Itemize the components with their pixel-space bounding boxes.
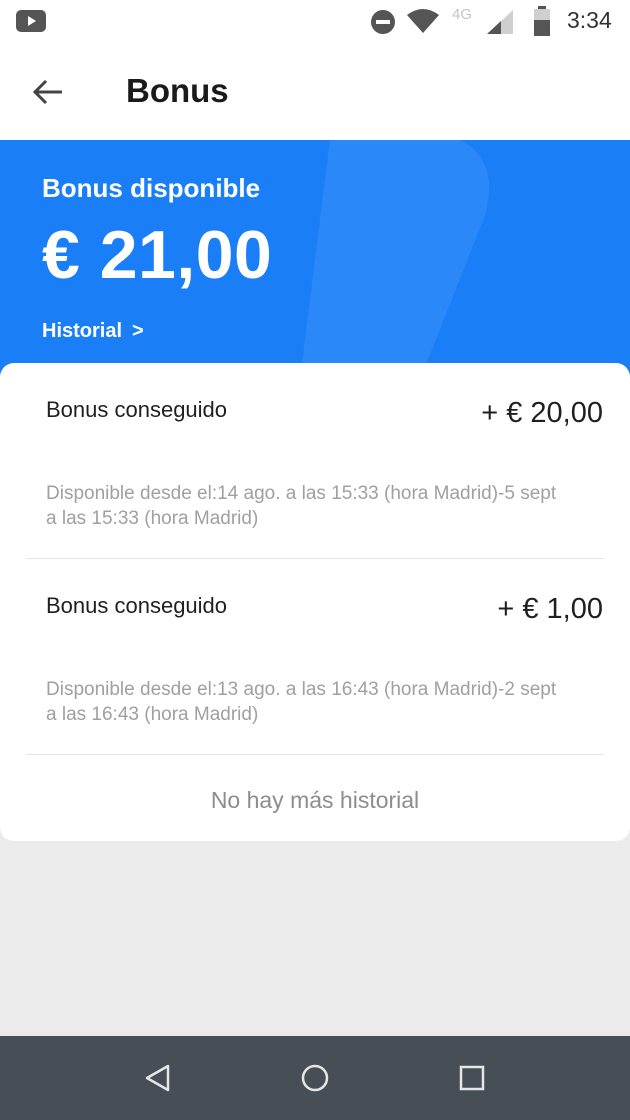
wifi-icon (407, 9, 439, 33)
bonus-balance-banner: Bonus disponible € 21,00 Historial > (0, 140, 630, 380)
entry-amount: + € 1,00 (497, 593, 603, 625)
status-time: 3:34 (567, 7, 612, 33)
entry-description-line: a las 16:43 (hora Madrid) (46, 704, 259, 725)
battery-icon (534, 6, 550, 36)
entry-amount: + € 20,00 (481, 397, 603, 429)
app-bar: Bonus (0, 44, 630, 140)
entry-description: Disponible desde el:14 ago. a las 15:33 … (46, 481, 604, 533)
list-item: Bonus conseguido + € 1,00 Disponible des… (0, 559, 630, 755)
history-link-label: Historial (42, 320, 123, 342)
bonus-available-label: Bonus disponible (42, 173, 261, 203)
system-nav-bar (0, 1036, 630, 1120)
entry-description-line: Disponible desde el:13 ago. a las 16:43 … (46, 679, 557, 700)
arrow-left-icon[interactable] (30, 74, 66, 110)
chevron-right-icon: > (132, 320, 144, 342)
entry-title: Bonus conseguido (46, 593, 228, 618)
recents-square-icon[interactable] (456, 1062, 488, 1094)
youtube-icon (16, 10, 46, 32)
no-more-history-label: No hay más historial (210, 787, 420, 813)
entry-title: Bonus conseguido (46, 397, 228, 422)
back-triangle-icon[interactable] (142, 1062, 174, 1094)
do-not-disturb-icon (371, 10, 395, 34)
status-bar: 4G 3:34 (0, 0, 630, 44)
bonus-available-amount: € 21,00 (42, 217, 273, 293)
entry-description: Disponible desde el:13 ago. a las 16:43 … (46, 677, 604, 729)
signal-icon (487, 10, 513, 34)
history-link[interactable]: Historial > (42, 320, 144, 343)
entry-description-line: Disponible desde el:14 ago. a las 15:33 … (46, 483, 557, 504)
bonus-history-card: Bonus conseguido + € 20,00 Disponible de… (0, 363, 630, 841)
list-item: Bonus conseguido + € 20,00 Disponible de… (0, 363, 630, 559)
divider (26, 754, 604, 755)
home-circle-icon[interactable] (299, 1062, 331, 1094)
page-title: Bonus (126, 72, 229, 109)
entry-description-line: a las 15:33 (hora Madrid) (46, 508, 259, 529)
network-type-label: 4G (452, 6, 473, 23)
